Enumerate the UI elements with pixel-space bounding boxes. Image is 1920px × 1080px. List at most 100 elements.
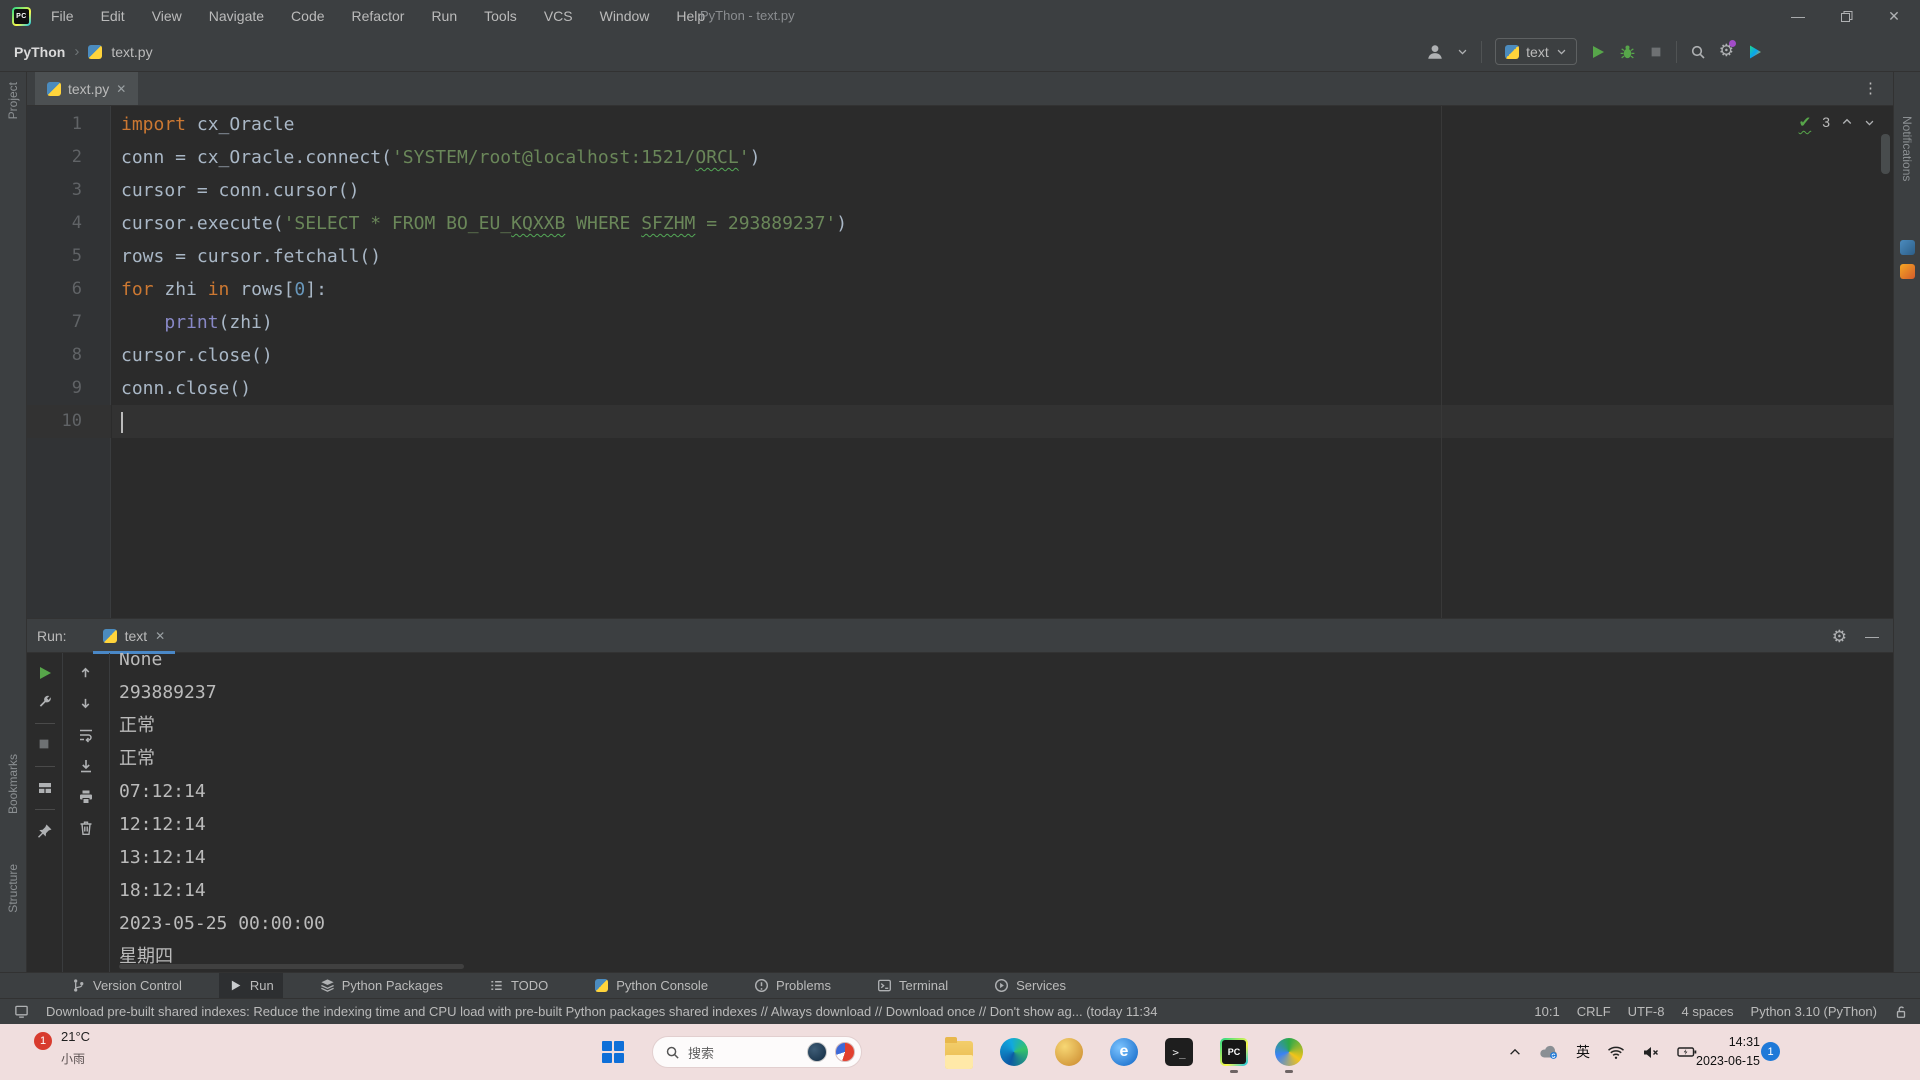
pin-tab-icon[interactable] — [37, 823, 53, 839]
taskbar-app-pycharm[interactable]: PC — [1220, 1038, 1248, 1066]
breadcrumb-file[interactable]: text.py — [111, 44, 152, 60]
settings-gear-icon[interactable]: ⚙ — [1719, 42, 1734, 61]
plugin-toolwindow-icon[interactable] — [1900, 264, 1915, 279]
code-line[interactable] — [112, 405, 1893, 438]
encoding-widget[interactable]: UTF-8 — [1628, 1004, 1665, 1019]
taskbar-app-browser-colorful[interactable] — [1275, 1038, 1303, 1066]
tab-close-icon[interactable]: ✕ — [116, 82, 126, 96]
menu-file[interactable]: File — [51, 8, 74, 24]
taskbar-weather-widget[interactable]: 1 21°C 小雨 — [34, 1029, 90, 1067]
search-highlight-icon[interactable] — [807, 1042, 827, 1062]
toolwindow-button-python-packages[interactable]: Python Packages — [311, 973, 452, 999]
onedrive-icon[interactable] — [1539, 1044, 1559, 1060]
next-problem-icon[interactable] — [1864, 117, 1875, 128]
plugin-toolwindow-icon[interactable] — [1900, 240, 1915, 255]
clear-all-icon[interactable] — [78, 820, 94, 836]
taskbar-app-edge-browser[interactable] — [1000, 1038, 1028, 1066]
code-line[interactable]: import cx_Oracle — [112, 108, 1893, 141]
wifi-icon[interactable] — [1607, 1045, 1625, 1060]
taskbar-app-terminal-app[interactable]: >_ — [1165, 1038, 1193, 1066]
soft-wrap-icon[interactable] — [78, 727, 94, 743]
sidebar-item-project[interactable]: Project — [6, 82, 20, 119]
tab-options-kebab-icon[interactable]: ⋮ — [1863, 79, 1879, 97]
code-line[interactable]: cursor.close() — [112, 339, 1893, 372]
run-tab-close-icon[interactable]: ✕ — [155, 629, 165, 643]
hidden-icons-chevron[interactable] — [1508, 1045, 1522, 1059]
menu-refactor[interactable]: Refactor — [352, 8, 405, 24]
readonly-lock-icon[interactable] — [1894, 1005, 1908, 1019]
toolwindow-button-terminal[interactable]: Terminal — [868, 973, 957, 999]
sidebar-item-notifications[interactable]: Notifications — [1900, 116, 1914, 181]
toolwindow-button-todo[interactable]: TODO — [480, 973, 557, 999]
scroll-to-end-icon[interactable] — [78, 758, 94, 774]
search-everywhere-icon[interactable] — [1690, 44, 1706, 60]
status-message[interactable]: Download pre-built shared indexes: Reduc… — [46, 1004, 1158, 1019]
code-line[interactable]: conn.close() — [112, 372, 1893, 405]
start-button[interactable] — [602, 1041, 624, 1063]
ime-indicator[interactable]: 英 — [1576, 1042, 1590, 1062]
breadcrumb-project[interactable]: PyThon — [14, 44, 65, 60]
taskbar-clock[interactable]: 14:31 2023-06-15 — [1680, 1033, 1760, 1071]
line-separator-widget[interactable]: CRLF — [1577, 1004, 1611, 1019]
toolwindow-button-run[interactable]: Run — [219, 973, 283, 999]
menu-view[interactable]: View — [152, 8, 182, 24]
notification-center-badge[interactable]: 1 — [1761, 1042, 1780, 1061]
run-button[interactable] — [1590, 44, 1606, 60]
code-editor[interactable]: 12345678910 import cx_Oracleconn = cx_Or… — [27, 106, 1893, 618]
user-icon[interactable] — [1426, 43, 1444, 61]
code-line[interactable]: conn = cx_Oracle.connect('SYSTEM/root@lo… — [112, 141, 1893, 174]
search-highlight-icon[interactable] — [835, 1042, 855, 1062]
code-line[interactable]: cursor.execute('SELECT * FROM BO_EU_KQXX… — [112, 207, 1893, 240]
toolwindow-button-python-console[interactable]: Python Console — [585, 973, 717, 999]
minimize-button[interactable]: — — [1778, 1, 1818, 31]
restore-button[interactable] — [1826, 1, 1866, 31]
run-config-selector[interactable]: text — [1495, 38, 1577, 65]
hide-toolwindow-icon[interactable]: — — [1865, 628, 1879, 644]
sidebar-item-bookmarks[interactable]: Bookmarks — [6, 754, 20, 814]
taskbar-app-app-gold[interactable] — [1055, 1038, 1083, 1066]
code-line[interactable]: rows = cursor.fetchall() — [112, 240, 1893, 273]
code-area[interactable]: import cx_Oracleconn = cx_Oracle.connect… — [112, 106, 1893, 618]
menu-window[interactable]: Window — [600, 8, 650, 24]
up-stacktrace-icon[interactable] — [78, 665, 94, 681]
code-line[interactable]: cursor = conn.cursor() — [112, 174, 1893, 207]
indent-widget[interactable]: 4 spaces — [1681, 1004, 1733, 1019]
taskbar-app-file-explorer[interactable] — [945, 1038, 973, 1066]
close-button[interactable]: ✕ — [1874, 1, 1914, 31]
menu-tools[interactable]: Tools — [484, 8, 517, 24]
run-settings-gear-icon[interactable]: ⚙ — [1832, 628, 1847, 645]
debug-button[interactable] — [1619, 43, 1636, 60]
rerun-button[interactable] — [37, 665, 53, 681]
volume-muted-icon[interactable] — [1642, 1045, 1660, 1060]
tab-text-py[interactable]: text.py ✕ — [35, 72, 138, 105]
taskbar-search-box[interactable]: 搜索 — [652, 1036, 862, 1068]
run-tab-text[interactable]: text ✕ — [93, 619, 176, 653]
menu-edit[interactable]: Edit — [101, 8, 125, 24]
toolwindow-button-problems[interactable]: Problems — [745, 973, 840, 999]
code-with-me-icon[interactable] — [1747, 44, 1763, 60]
print-icon[interactable] — [78, 789, 94, 805]
console-hscrollbar-thumb[interactable] — [119, 964, 464, 969]
menu-code[interactable]: Code — [291, 8, 324, 24]
edit-configuration-icon[interactable] — [37, 694, 53, 710]
run-console[interactable]: None293889237正常正常07:12:1412:12:1413:12:1… — [110, 653, 1893, 972]
menu-navigate[interactable]: Navigate — [209, 8, 264, 24]
restore-layout-icon[interactable] — [37, 780, 53, 796]
menu-vcs[interactable]: VCS — [544, 8, 573, 24]
editor-scrollbar-thumb[interactable] — [1881, 134, 1890, 174]
prev-problem-icon[interactable] — [1841, 116, 1853, 128]
chevron-down-icon[interactable] — [1457, 46, 1468, 57]
menu-run[interactable]: Run — [431, 8, 457, 24]
toolwindow-button-services[interactable]: Services — [985, 973, 1075, 999]
toolwindow-button-version-control[interactable]: Version Control — [62, 973, 191, 999]
sidebar-item-structure[interactable]: Structure — [6, 864, 20, 913]
code-line[interactable]: for zhi in rows[0]: — [112, 273, 1893, 306]
code-line[interactable]: print(zhi) — [112, 306, 1893, 339]
inspections-widget[interactable]: ✔ 3 — [1799, 113, 1875, 131]
interpreter-widget[interactable]: Python 3.10 (PyThon) — [1751, 1004, 1877, 1019]
caret-position-widget[interactable]: 10:1 — [1534, 1004, 1559, 1019]
taskbar-app-browser-blue[interactable]: e — [1110, 1038, 1138, 1066]
stop-button[interactable] — [1649, 45, 1663, 59]
down-stacktrace-icon[interactable] — [78, 696, 94, 712]
stop-process-button[interactable] — [37, 737, 53, 753]
